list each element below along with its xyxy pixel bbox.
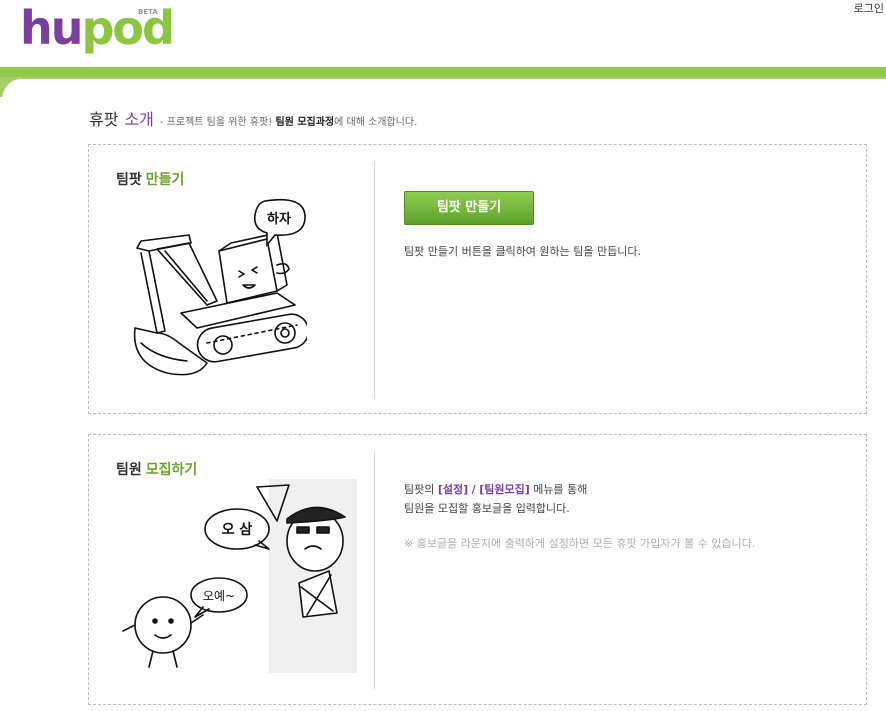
section-title: 팀팟 만들기 [116, 172, 185, 188]
create-description: 팀팟 만들기 버튼을 클릭하여 원하는 팀을 만듭니다. [404, 245, 641, 258]
speech-bubble-text: 오 삼 [222, 522, 253, 538]
excavator-illustration: 하자 [133, 198, 307, 376]
intro-heading: 휴팟 소개 - 프로젝트 팀을 위한 휴팟! 팀원 모집과정에 대해 소개합니다. [89, 106, 417, 130]
login-link[interactable]: 로그인 [854, 0, 884, 16]
header: hupod BETA 로그인 [0, 0, 886, 97]
intro-subtitle: - 프로젝트 팀을 위한 휴팟! 팀원 모집과정에 대해 소개합니다. [159, 117, 418, 128]
recruit-illustration: 오 삼 오예~ [122, 479, 357, 673]
menu-settings-ref: [설정] [437, 483, 469, 496]
speech-bubble-text: 오예~ [203, 589, 235, 603]
speech-bubble-text: 하자 [267, 211, 291, 227]
section-divider [374, 161, 375, 399]
section-create-teampod: 팀팟 만들기 하자 팀팟 만들기 팀팟 만들기 버튼을 클릭하여 원하는 팀을 … [88, 144, 867, 414]
header-green-band [0, 67, 886, 97]
beta-badge: BETA [138, 8, 158, 16]
make-teampod-button[interactable]: 팀팟 만들기 [404, 191, 534, 225]
recruit-description: 팀팟의 [설정] / [팀원모집] 메뉴를 통해 팀원을 모집할 홍보글을 입력… [404, 483, 588, 515]
section-divider [374, 451, 375, 689]
intro-title-part2: 소개 [124, 110, 154, 129]
intro-title-part1: 휴팟 [89, 110, 119, 129]
lounge-note: ※ 홍보글을 라운지에 출력하게 설정하면 모든 휴팟 가입자가 볼 수 있습니… [404, 537, 756, 550]
section-recruit-members: 팀원 모집하기 오 삼 오예~ 팀팟의 [설정] / [팀원모집] 메뉴를 통해… [88, 434, 867, 705]
hupod-logo[interactable]: hupod BETA [20, 2, 175, 60]
menu-recruit-ref: [팀원모집] [479, 483, 530, 496]
